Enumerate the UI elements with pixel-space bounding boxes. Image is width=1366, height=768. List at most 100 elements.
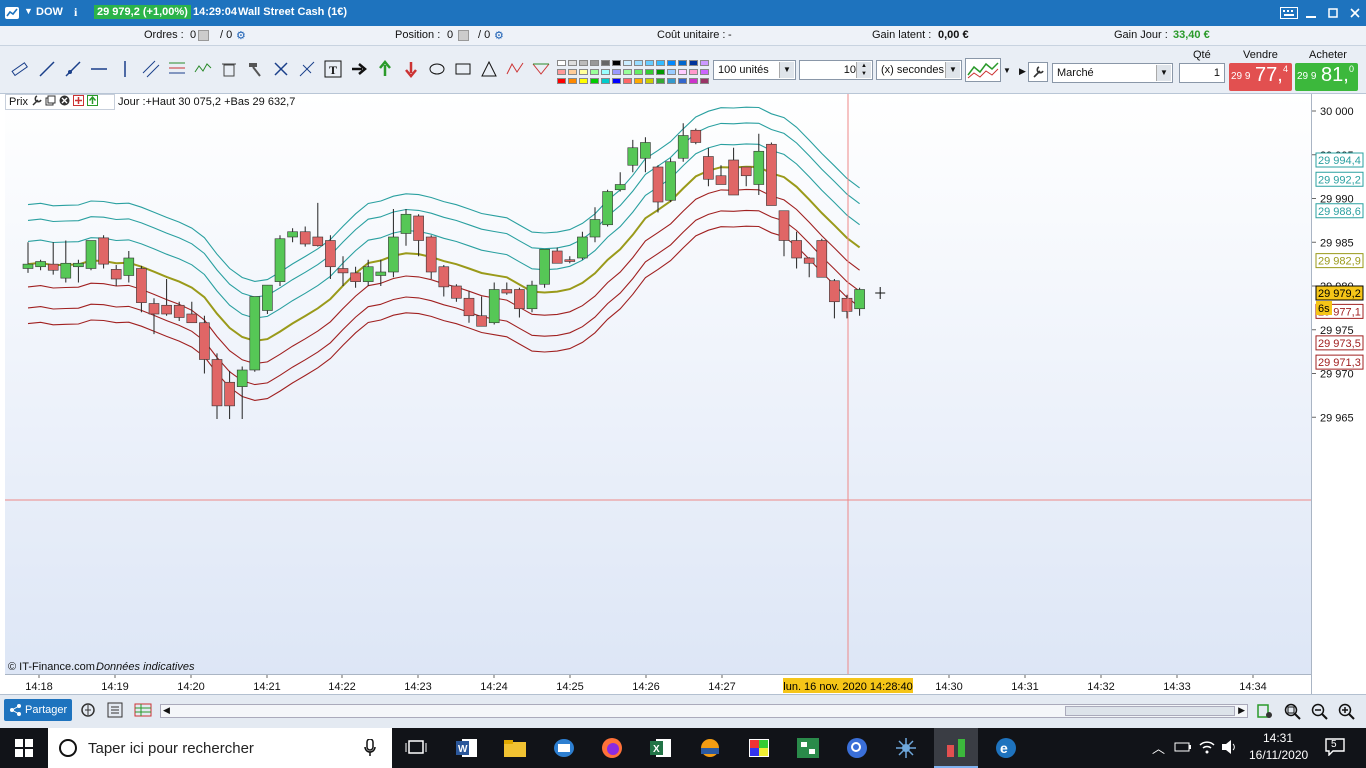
- tray-chevron-icon[interactable]: ︿: [1152, 738, 1165, 757]
- chevron-down-icon[interactable]: ▼: [1003, 66, 1011, 75]
- zoom-in-icon[interactable]: [1337, 702, 1355, 723]
- position-settings-icon[interactable]: ⚙: [494, 29, 504, 42]
- close-icon[interactable]: [59, 95, 70, 109]
- task-view-icon[interactable]: [402, 734, 430, 762]
- wifi-icon[interactable]: [1198, 739, 1216, 758]
- move-up-icon[interactable]: [86, 95, 98, 109]
- excel-icon[interactable]: X: [647, 734, 675, 762]
- notifications-icon[interactable]: 5: [1325, 738, 1345, 759]
- candle-body: [136, 268, 147, 303]
- zigzag-tool-icon[interactable]: [504, 58, 526, 80]
- order-type-select[interactable]: Marché ▼: [1052, 63, 1173, 83]
- zoom-out-icon[interactable]: [1310, 702, 1328, 723]
- symbol-label[interactable]: DOW: [36, 6, 63, 18]
- trading-app-taskbar-button[interactable]: [934, 728, 978, 768]
- keyboard-icon[interactable]: [1278, 0, 1300, 26]
- wrench-icon[interactable]: [31, 95, 42, 109]
- paint-icon[interactable]: [745, 734, 773, 762]
- zoom-fit-icon[interactable]: [1283, 702, 1301, 723]
- minimize-button[interactable]: [1300, 0, 1322, 26]
- fibonacci-icon[interactable]: [166, 58, 188, 80]
- orders-settings-icon[interactable]: ⚙: [236, 29, 246, 42]
- horizontal-line-icon[interactable]: [88, 58, 110, 80]
- arrow-down-icon[interactable]: [400, 58, 422, 80]
- wave-tool-icon[interactable]: [192, 58, 214, 80]
- volume-icon[interactable]: [1221, 739, 1239, 758]
- close-button[interactable]: [1344, 0, 1366, 26]
- buy-label: Acheter: [1309, 49, 1347, 61]
- orders-cancel-icon[interactable]: [198, 30, 209, 41]
- windows-start-icon[interactable]: [10, 734, 38, 762]
- mail-icon[interactable]: [550, 734, 578, 762]
- cross-tool-icon[interactable]: [270, 58, 292, 80]
- share-label: Partager: [25, 704, 68, 716]
- rectangle-tool-icon[interactable]: [452, 58, 474, 80]
- horizontal-scrollbar[interactable]: ◀ ▶: [160, 704, 1248, 718]
- project-icon[interactable]: [794, 734, 822, 762]
- search-app-icon[interactable]: [843, 734, 871, 762]
- word-icon[interactable]: W: [453, 734, 481, 762]
- line-tool-icon[interactable]: [36, 58, 58, 80]
- time-axis[interactable]: 14:18 14:19 14:20 14:21 14:22 14:23 14:24 14:25…: [5, 674, 1311, 694]
- price-chart[interactable]: © IT-Finance.com Données indicatives: [5, 94, 1311, 674]
- network-app-icon[interactable]: [892, 734, 920, 762]
- restore-button[interactable]: [1322, 0, 1344, 26]
- info-icon[interactable]: i: [74, 5, 77, 20]
- orders-value: 0: [190, 29, 197, 41]
- scroll-right-icon[interactable]: ▶: [1238, 705, 1245, 716]
- day-gain-label: Gain Jour :: [1114, 29, 1168, 41]
- candle-body: [148, 303, 160, 315]
- position-close-icon[interactable]: [458, 30, 469, 41]
- channel-tool-icon[interactable]: [140, 58, 162, 80]
- price-axis[interactable]: 30 00029 99529 99029 98529 98029 97529 9…: [1311, 94, 1366, 694]
- pattern-tool-icon[interactable]: [530, 58, 552, 80]
- sell-button[interactable]: 29 9 77, 4: [1229, 63, 1292, 91]
- interval-unit-select[interactable]: (x) secondes ▼: [876, 60, 962, 80]
- battery-icon[interactable]: [1174, 740, 1192, 757]
- taskbar-search-box[interactable]: Taper ici pour rechercher: [48, 728, 392, 768]
- trash-icon[interactable]: [218, 58, 240, 80]
- clock-date[interactable]: 16/11/2020: [1249, 748, 1308, 762]
- arrow-right-icon[interactable]: [348, 58, 370, 80]
- vertical-line-icon[interactable]: [114, 58, 136, 80]
- chevron-right-icon[interactable]: ▶: [1019, 66, 1026, 77]
- wrench-icon[interactable]: [1028, 62, 1048, 82]
- candle-body: [602, 191, 613, 226]
- chevron-down-icon[interactable]: ▼: [24, 6, 33, 16]
- link-icon[interactable]: [80, 702, 96, 721]
- share-button[interactable]: Partager: [4, 699, 72, 721]
- table-icon[interactable]: [134, 702, 152, 721]
- scrollbar-thumb[interactable]: [1065, 706, 1235, 716]
- edge-icon[interactable]: e: [992, 734, 1020, 762]
- parallel-tool-icon[interactable]: [296, 58, 318, 80]
- interval-input[interactable]: 10 ▲ ▼: [799, 60, 873, 80]
- sell-price-fraction: 4: [1283, 64, 1289, 74]
- buy-button[interactable]: 29 9 81, 0: [1295, 63, 1358, 91]
- candle: [249, 296, 261, 372]
- firefox-icon[interactable]: [598, 734, 626, 762]
- ray-tool-icon[interactable]: [62, 58, 84, 80]
- list-icon[interactable]: [107, 702, 123, 721]
- candle-body: [375, 271, 387, 276]
- units-select[interactable]: 100 unités ▼: [713, 60, 796, 80]
- clock-time[interactable]: 14:31: [1263, 731, 1293, 745]
- candle: [690, 128, 702, 145]
- triangle-tool-icon[interactable]: [478, 58, 500, 80]
- add-indicator-icon[interactable]: [72, 95, 84, 109]
- ruler-icon[interactable]: [8, 58, 30, 80]
- photos-icon[interactable]: [696, 734, 724, 762]
- text-tool-icon[interactable]: T: [322, 58, 344, 80]
- chart-settings-icon[interactable]: [1256, 702, 1274, 723]
- scroll-left-icon[interactable]: ◀: [163, 705, 170, 716]
- qty-input[interactable]: 1: [1179, 63, 1225, 83]
- hammer-icon[interactable]: [244, 58, 266, 80]
- microphone-icon[interactable]: [364, 739, 376, 757]
- chart-type-button[interactable]: [965, 58, 1001, 82]
- app-menu-icon[interactable]: [4, 5, 20, 21]
- spinner-icon[interactable]: ▲ ▼: [856, 62, 871, 78]
- ellipse-tool-icon[interactable]: [426, 58, 448, 80]
- file-explorer-icon[interactable]: [501, 734, 529, 762]
- arrow-up-icon[interactable]: [374, 58, 396, 80]
- sell-label: Vendre: [1243, 49, 1278, 61]
- copy-icon[interactable]: [45, 95, 56, 109]
